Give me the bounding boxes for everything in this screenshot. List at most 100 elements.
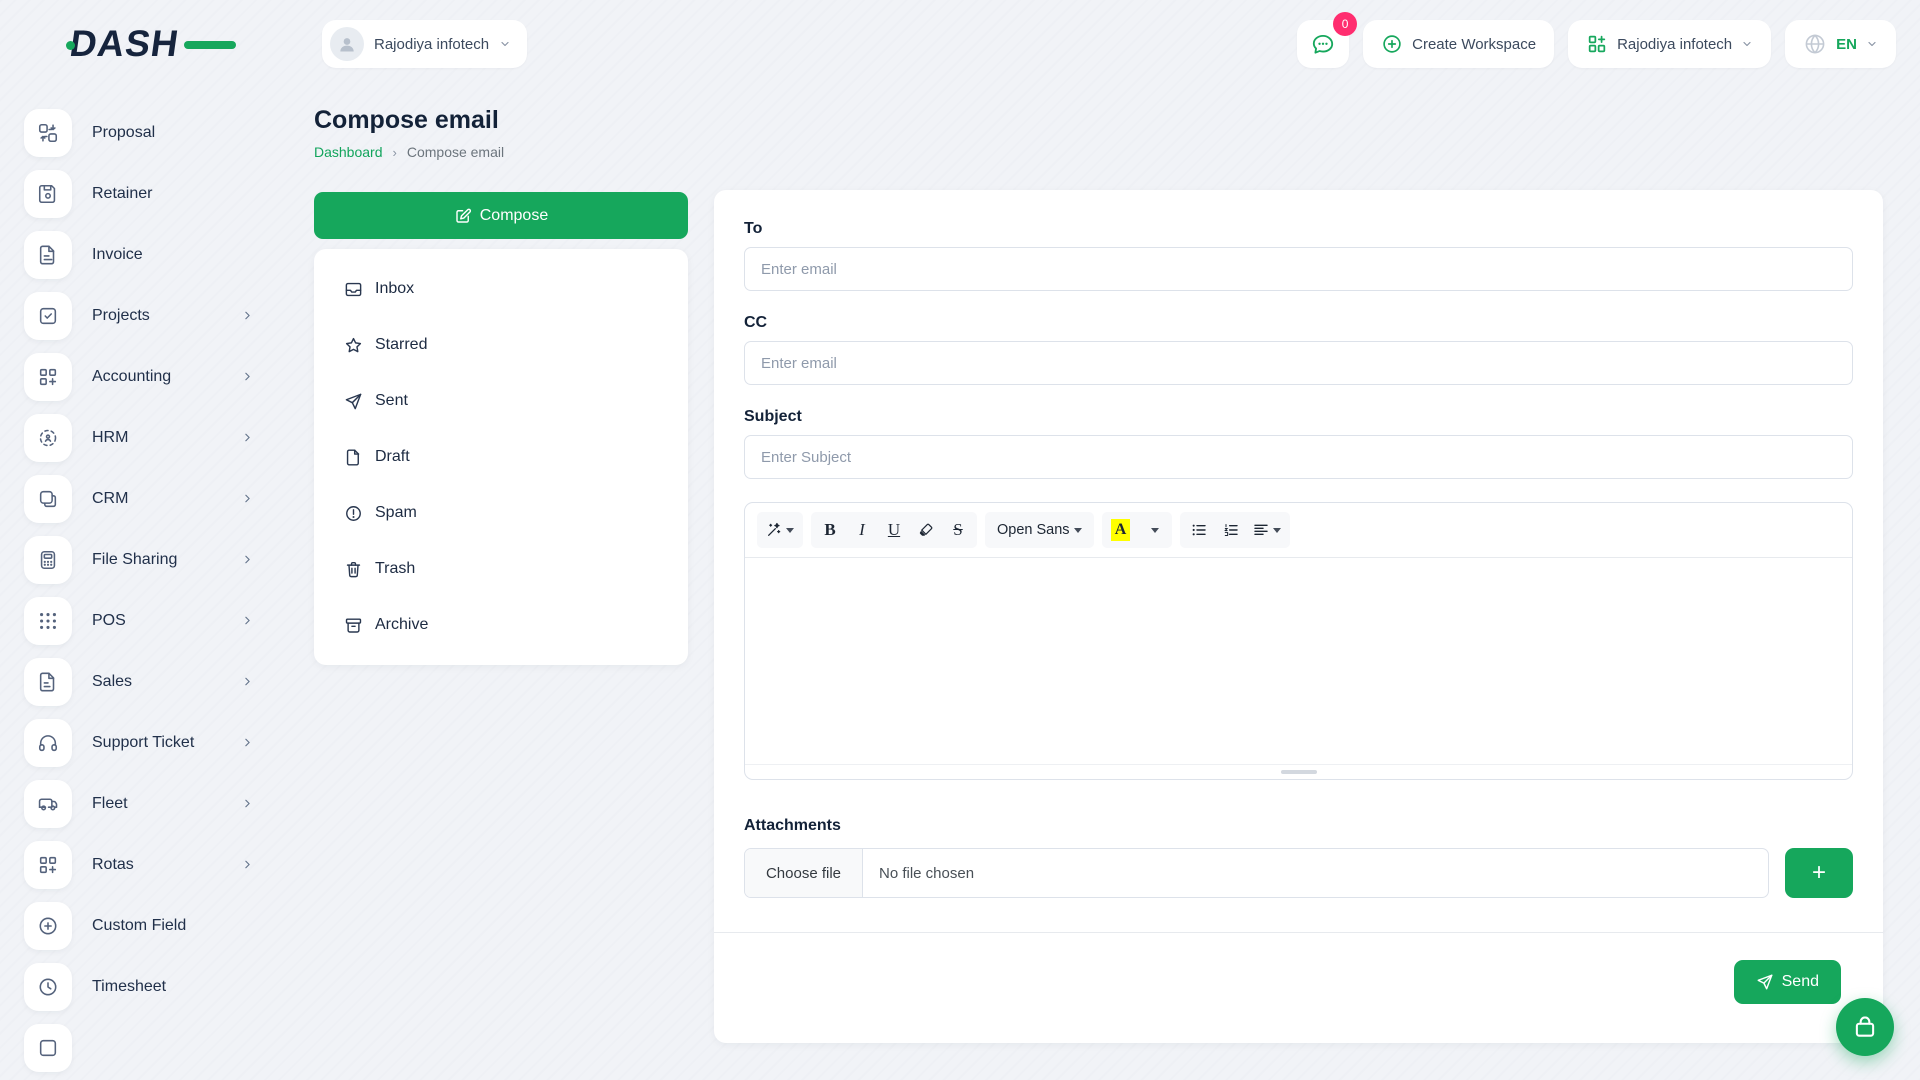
subject-input[interactable] — [744, 435, 1853, 479]
choose-file-button[interactable]: Choose file — [745, 849, 863, 897]
send-plane-icon — [1756, 973, 1774, 991]
paragraph-align-button[interactable] — [1248, 515, 1286, 545]
chevron-down-icon — [1866, 38, 1878, 50]
sidebar-item[interactable]: Timesheet — [24, 956, 294, 1017]
chat-icon — [1310, 31, 1336, 57]
store-fab-button[interactable] — [1836, 998, 1894, 1056]
chevron-right-icon — [241, 736, 254, 749]
eraser-icon — [918, 522, 934, 538]
chevron-down-icon — [1741, 38, 1753, 50]
sidebar-item[interactable]: Projects — [24, 285, 294, 346]
editor-resize-handle[interactable] — [745, 764, 1852, 779]
mail-folder-item[interactable]: Draft — [314, 429, 688, 485]
caret-down-icon — [1151, 528, 1159, 533]
bold-button[interactable]: B — [815, 515, 845, 545]
invoice-icon — [37, 244, 59, 266]
compose-button[interactable]: Compose — [314, 192, 688, 239]
attachments-label: Attachments — [744, 817, 1853, 835]
sidebar-item-label: HRM — [92, 429, 128, 447]
cc-input[interactable] — [744, 341, 1853, 385]
ordered-list-icon — [1223, 522, 1239, 538]
send-button[interactable]: Send — [1734, 960, 1841, 1004]
plus-circle-icon — [1381, 33, 1403, 55]
font-family-dropdown[interactable]: Open Sans — [989, 515, 1090, 545]
crm-icon — [37, 488, 59, 510]
starred-icon — [344, 336, 363, 355]
accounting-icon — [37, 366, 59, 388]
workspace-grid-icon — [1586, 33, 1608, 55]
logo-dot — [66, 41, 75, 50]
mail-folder-item[interactable]: Starred — [314, 317, 688, 373]
mail-folder-label: Draft — [375, 448, 410, 466]
sidebar-item[interactable]: HRM — [24, 407, 294, 468]
messages-button[interactable]: 0 — [1297, 20, 1349, 68]
mail-folder-item[interactable]: Trash — [314, 541, 688, 597]
mail-folder-item[interactable]: Inbox — [314, 261, 688, 317]
app-logo[interactable]: DASH — [70, 22, 220, 66]
file-input[interactable]: Choose file No file chosen — [744, 848, 1769, 898]
sidebar-item-label: Custom Field — [92, 917, 186, 935]
sidebar-item[interactable]: Support Ticket — [24, 712, 294, 773]
magic-style-button[interactable] — [761, 515, 799, 545]
caret-down-icon — [1273, 528, 1281, 533]
send-row: Send — [744, 933, 1853, 1004]
cc-label: CC — [744, 314, 1853, 332]
messages-badge: 0 — [1333, 12, 1357, 36]
breadcrumb-current: Compose email — [407, 144, 504, 160]
timesheet-icon — [37, 976, 59, 998]
mail-folder-item[interactable]: Sent — [314, 373, 688, 429]
eraser-button[interactable] — [911, 515, 941, 545]
mail-folder-item[interactable]: Spam — [314, 485, 688, 541]
pos-icon — [37, 610, 59, 632]
file-sharing-icon — [37, 549, 59, 571]
underline-button[interactable]: U — [879, 515, 909, 545]
mail-folder-column: Compose Inbox Starred — [314, 192, 688, 665]
resize-grip-icon — [1281, 770, 1317, 774]
shopping-bag-icon — [1852, 1014, 1878, 1040]
chevron-right-icon — [241, 309, 254, 322]
italic-button[interactable]: I — [847, 515, 877, 545]
language-menu[interactable]: EN — [1785, 20, 1896, 68]
sidebar-item[interactable]: Retainer — [24, 163, 294, 224]
sidebar-item[interactable]: Fleet — [24, 773, 294, 834]
sidebar-item[interactable]: Proposal — [24, 102, 294, 163]
sidebar-item[interactable]: File Sharing — [24, 529, 294, 590]
unordered-list-button[interactable] — [1184, 515, 1214, 545]
sidebar-item[interactable]: Custom Field — [24, 895, 294, 956]
sales-icon — [37, 671, 59, 693]
text-color-dropdown[interactable] — [1138, 515, 1168, 545]
sidebar-item[interactable]: Accounting — [24, 346, 294, 407]
workspace-switcher[interactable]: Rajodiya infotech — [322, 20, 527, 68]
mail-folder-label: Spam — [375, 504, 417, 522]
sidebar-item-label: Projects — [92, 307, 150, 325]
create-workspace-button[interactable]: Create Workspace — [1363, 20, 1554, 68]
strikethrough-button[interactable]: S — [943, 515, 973, 545]
mail-folder-item[interactable]: Archive — [314, 597, 688, 653]
sidebar-item[interactable]: CRM — [24, 468, 294, 529]
editor-body[interactable] — [745, 558, 1852, 764]
language-code: EN — [1836, 36, 1857, 53]
align-left-icon — [1253, 522, 1269, 538]
sidebar-item[interactable]: Invoice — [24, 224, 294, 285]
inbox-icon — [344, 280, 363, 299]
mail-folder-label: Inbox — [375, 280, 414, 298]
sidebar-item[interactable]: POS — [24, 590, 294, 651]
to-label: To — [744, 220, 1853, 238]
company-menu[interactable]: Rajodiya infotech — [1568, 20, 1771, 68]
sidebar-item[interactable] — [24, 1017, 294, 1078]
to-input[interactable] — [744, 247, 1853, 291]
ordered-list-button[interactable] — [1216, 515, 1246, 545]
sidebar-item-label: Sales — [92, 673, 132, 691]
support-icon — [37, 732, 59, 754]
sidebar-item[interactable]: Sales — [24, 651, 294, 712]
breadcrumb-dashboard-link[interactable]: Dashboard — [314, 144, 383, 160]
text-color-button[interactable]: A — [1106, 515, 1136, 545]
rich-text-editor: B I U S Open Sans A — [744, 502, 1853, 780]
sidebar-item[interactable]: Rotas — [24, 834, 294, 895]
chevron-right-icon — [241, 492, 254, 505]
compose-email-card: To CC Subject B I U — [714, 190, 1883, 1043]
send-button-label: Send — [1782, 973, 1819, 991]
add-attachment-button[interactable]: + — [1785, 848, 1853, 898]
chevron-right-icon — [241, 797, 254, 810]
sent-icon — [344, 392, 363, 411]
